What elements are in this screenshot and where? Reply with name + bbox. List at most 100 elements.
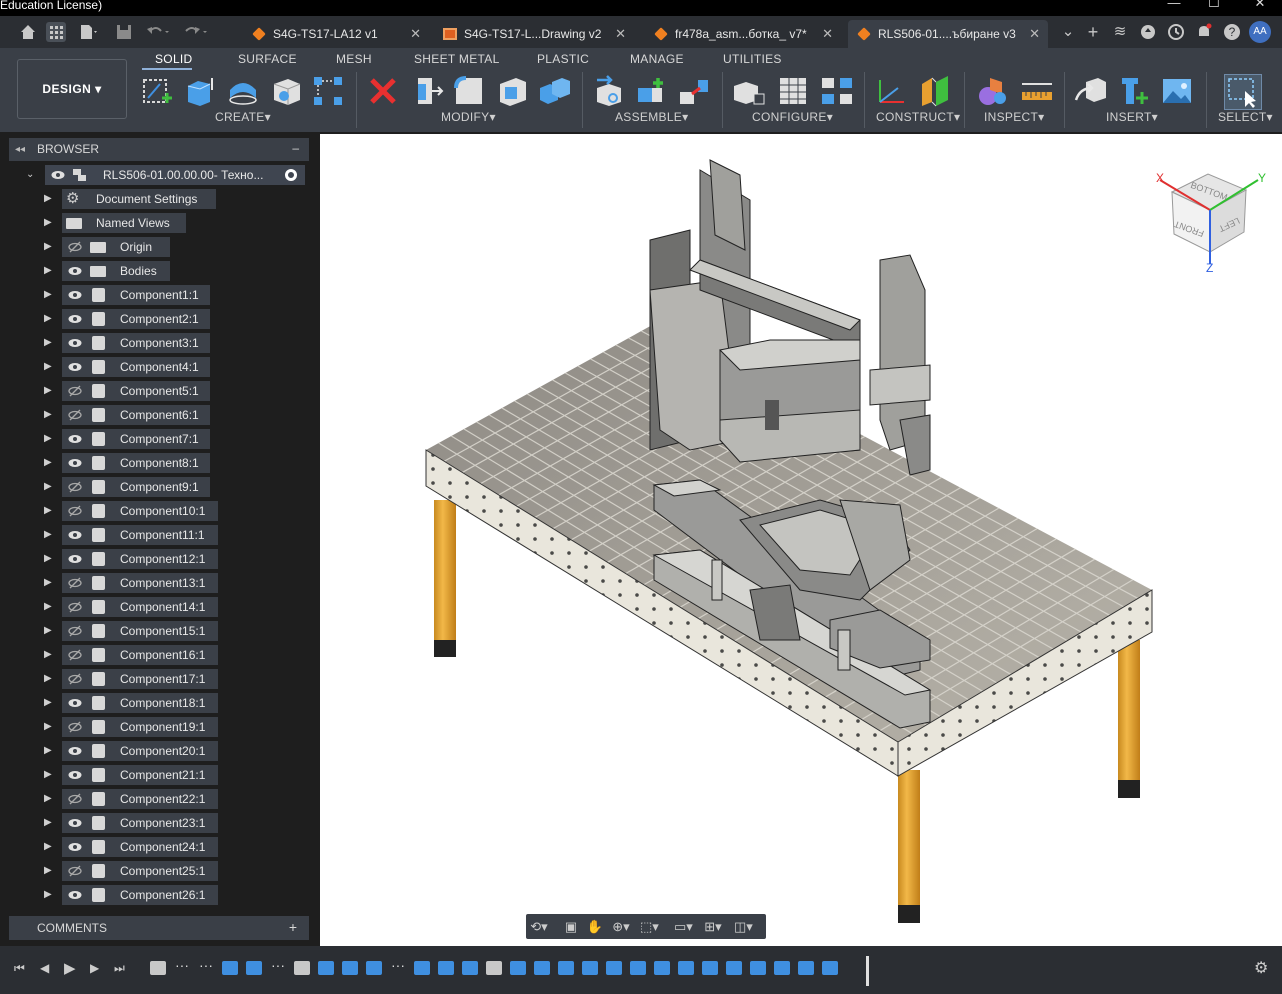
save-icon[interactable] — [114, 22, 134, 42]
grid-settings-icon[interactable]: ⊞▾ — [704, 919, 722, 934]
assemble-group-label[interactable]: ASSEMBLE▾ — [615, 110, 688, 124]
insert-derive-icon[interactable] — [1074, 74, 1108, 108]
doc-tab-4[interactable]: RLS506-01....ъбиране v3 ✕ — [848, 20, 1048, 48]
chevron-right-icon[interactable]: ▶ — [44, 361, 52, 372]
modify-group-label[interactable]: MODIFY▾ — [441, 110, 496, 124]
add-comment-icon[interactable]: + — [289, 915, 297, 939]
extrude-icon[interactable] — [182, 74, 216, 108]
measure-icon[interactable] — [1020, 74, 1054, 108]
tree-item[interactable]: ▶ Component6:1 — [0, 404, 320, 426]
eye-hidden-icon[interactable] — [68, 505, 82, 517]
tree-item[interactable]: ▶ Component13:1 — [0, 572, 320, 594]
close-tab-icon[interactable]: ✕ — [822, 20, 833, 48]
chevron-right-icon[interactable]: ▶ — [44, 217, 52, 228]
tree-item-chip[interactable]: Component10:1 — [62, 501, 218, 521]
chevron-right-icon[interactable]: ▶ — [44, 529, 52, 540]
tree-item[interactable]: ▶ Component18:1 — [0, 692, 320, 714]
tree-item[interactable]: ▶ Component24:1 — [0, 836, 320, 858]
tree-item[interactable]: ▶ Component4:1 — [0, 356, 320, 378]
inspect-group-label[interactable]: INSPECT▾ — [984, 110, 1044, 124]
eye-hidden-icon[interactable] — [68, 385, 82, 397]
tree-item[interactable]: ▶ Component22:1 — [0, 788, 320, 810]
timeline-feature-icon[interactable] — [366, 961, 382, 975]
tree-item-chip[interactable]: Component23:1 — [62, 813, 218, 833]
timeline-feature-icon[interactable] — [798, 961, 814, 975]
chevron-right-icon[interactable]: ▶ — [44, 289, 52, 300]
construct-group-label[interactable]: CONSTRUCT▾ — [876, 110, 960, 124]
chevron-right-icon[interactable]: ▶ — [44, 505, 52, 516]
plane-icon[interactable] — [918, 74, 952, 108]
delete-icon[interactable] — [366, 74, 400, 108]
timeline-feature-icon[interactable] — [534, 961, 550, 975]
tree-item[interactable]: ▶ Component11:1 — [0, 524, 320, 546]
look-at-icon[interactable]: ▣ — [562, 919, 580, 934]
chevron-right-icon[interactable]: ▶ — [44, 409, 52, 420]
timeline-feature-icon[interactable] — [702, 961, 718, 975]
timeline-feature-icon[interactable] — [606, 961, 622, 975]
fillet-icon[interactable] — [452, 74, 486, 108]
undo-icon[interactable] — [144, 22, 169, 42]
tab-plastic[interactable]: PLASTIC — [537, 50, 589, 68]
timeline-feature-icon[interactable] — [222, 961, 238, 975]
chevron-right-icon[interactable]: ▶ — [44, 265, 52, 276]
doc-tab-2[interactable]: S4G-TS17-L...Drawing v2 ✕ — [434, 20, 634, 48]
chevron-right-icon[interactable]: ▶ — [44, 433, 52, 444]
eye-icon[interactable] — [68, 817, 82, 829]
new-tab-plus-icon[interactable]: + — [1083, 22, 1103, 42]
close-tab-icon[interactable]: ✕ — [1029, 20, 1040, 48]
display-settings-icon[interactable] — [976, 74, 1010, 108]
timeline-feature-icon[interactable] — [510, 961, 526, 975]
joint-icon[interactable] — [636, 74, 670, 108]
tree-item-chip[interactable]: Component25:1 — [62, 861, 218, 881]
timeline-feature-icon[interactable] — [486, 961, 502, 975]
tree-item-chip[interactable]: Origin — [62, 237, 170, 257]
eye-hidden-icon[interactable] — [68, 721, 82, 733]
timeline-feature-icon[interactable] — [462, 961, 478, 975]
chevron-right-icon[interactable]: ▶ — [44, 193, 52, 204]
shell-icon[interactable] — [496, 74, 530, 108]
tree-item-chip[interactable]: Component5:1 — [62, 381, 210, 401]
chevron-right-icon[interactable]: ▶ — [44, 697, 52, 708]
tree-item-chip[interactable]: Component17:1 — [62, 669, 218, 689]
tree-item[interactable]: ▶ Component26:1 — [0, 884, 320, 906]
close-window-button[interactable]: ✕ — [1250, 0, 1270, 9]
tree-item-chip[interactable]: Component2:1 — [62, 309, 210, 329]
minimize-button[interactable]: — — [1164, 0, 1184, 9]
play-icon[interactable]: ▶ — [64, 959, 76, 977]
chevron-right-icon[interactable]: ▶ — [44, 337, 52, 348]
eye-icon[interactable] — [68, 313, 82, 325]
tree-item[interactable]: ▶ Component25:1 — [0, 860, 320, 882]
chevron-right-icon[interactable]: ▶ — [44, 313, 52, 324]
timeline-feature-icon[interactable] — [678, 961, 694, 975]
tree-item-chip[interactable]: Named Views — [62, 213, 186, 233]
tree-item-chip[interactable]: Component16:1 — [62, 645, 218, 665]
fit-icon[interactable]: ⬚▾ — [640, 919, 659, 934]
tree-item-chip[interactable]: Component4:1 — [62, 357, 210, 377]
insert-canvas-icon[interactable] — [1160, 74, 1194, 108]
timeline-feature-icon[interactable] — [414, 961, 430, 975]
redo-icon[interactable] — [182, 22, 207, 42]
tree-item[interactable]: ▶ Component8:1 — [0, 452, 320, 474]
select-group-label[interactable]: SELECT▾ — [1218, 110, 1273, 124]
press-pull-icon[interactable] — [410, 74, 444, 108]
timeline-feature-icon[interactable]: ··· — [390, 958, 406, 975]
eye-icon[interactable] — [68, 769, 82, 781]
notifications-bell-icon[interactable] — [1194, 22, 1214, 42]
file-menu-icon[interactable] — [78, 22, 98, 42]
timeline-feature-icon[interactable] — [630, 961, 646, 975]
timeline-feature-icon[interactable]: ··· — [198, 958, 214, 975]
viewports-icon[interactable]: ◫▾ — [734, 919, 753, 934]
step-back-icon[interactable]: ◀ — [40, 961, 49, 975]
tree-item[interactable]: ▶ Component15:1 — [0, 620, 320, 642]
timeline-feature-icon[interactable] — [246, 961, 262, 975]
tree-item-chip[interactable]: Bodies — [62, 261, 170, 281]
tree-item-chip[interactable]: Component18:1 — [62, 693, 218, 713]
tree-item-chip[interactable]: Component14:1 — [62, 597, 218, 617]
tree-item[interactable]: ▶ ⚙ Document Settings — [0, 188, 320, 210]
tree-item[interactable]: ▶ Component23:1 — [0, 812, 320, 834]
chevron-right-icon[interactable]: ▶ — [44, 241, 52, 252]
pattern-icon[interactable] — [311, 74, 345, 108]
tree-item-chip[interactable]: Component19:1 — [62, 717, 218, 737]
tree-item[interactable]: ▶ Component10:1 — [0, 500, 320, 522]
orbit-icon[interactable]: ⟲▾ — [530, 919, 548, 934]
